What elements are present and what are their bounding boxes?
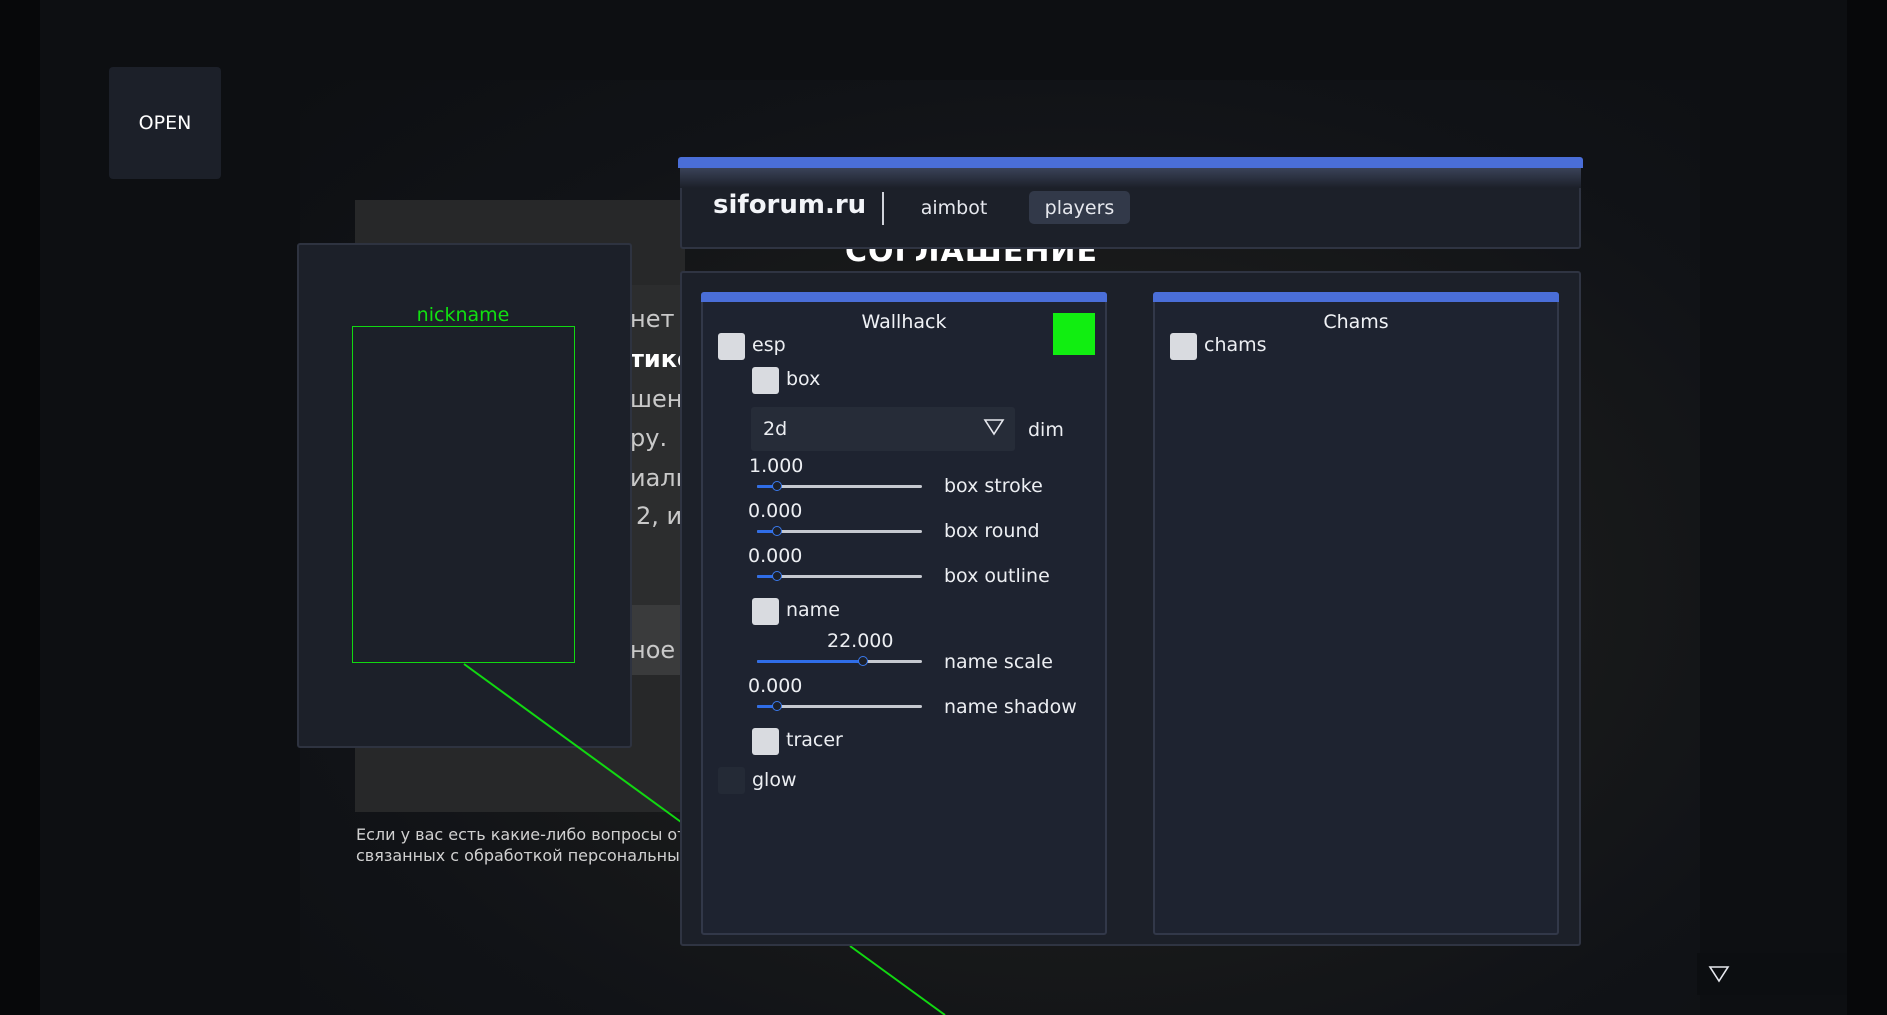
name-shadow-slider[interactable] xyxy=(757,698,922,714)
glow-label: glow xyxy=(752,769,797,791)
dim-select-value: 2d xyxy=(763,418,788,440)
box-stroke-value: 1.000 xyxy=(749,455,804,477)
esp-label: esp xyxy=(752,334,786,356)
box-checkbox[interactable] xyxy=(752,367,779,394)
name-shadow-label: name shadow xyxy=(944,696,1077,718)
slider-fill xyxy=(757,660,863,663)
screen-tracer-line xyxy=(849,945,946,1015)
name-checkbox[interactable] xyxy=(752,598,779,625)
chams-panel xyxy=(1153,292,1559,935)
tracer-checkbox[interactable] xyxy=(752,728,779,755)
menu-header-gradient xyxy=(680,168,1581,188)
box-outline-value: 0.000 xyxy=(748,545,803,567)
box-round-slider[interactable] xyxy=(757,523,922,539)
chevron-down-icon xyxy=(983,419,1005,436)
box-stroke-slider[interactable] xyxy=(757,478,922,494)
menu-accent-bar[interactable] xyxy=(678,157,1583,168)
name-shadow-value: 0.000 xyxy=(748,675,803,697)
name-label: name xyxy=(786,599,840,621)
chams-accent xyxy=(1153,292,1559,302)
tracer-label: tracer xyxy=(786,729,843,751)
brand-title: siforum.ru xyxy=(713,190,867,220)
tab-aimbot[interactable]: aimbot xyxy=(906,191,1002,224)
box-label: box xyxy=(786,368,821,390)
chevron-down-icon xyxy=(1708,966,1730,983)
wallhack-accent xyxy=(701,292,1107,302)
box-outline-label: box outline xyxy=(944,565,1050,587)
chams-title: Chams xyxy=(1323,311,1389,333)
name-scale-value: 22.000 xyxy=(827,630,894,652)
tab-players[interactable]: players xyxy=(1029,191,1130,224)
name-scale-slider[interactable] xyxy=(757,653,922,669)
box-outline-slider[interactable] xyxy=(757,568,922,584)
box-round-label: box round xyxy=(944,520,1040,542)
slider-knob[interactable] xyxy=(771,701,782,711)
slider-knob[interactable] xyxy=(857,656,868,666)
name-scale-label: name scale xyxy=(944,651,1053,673)
corner-dropdown[interactable] xyxy=(1697,953,1847,995)
box-round-value: 0.000 xyxy=(748,500,803,522)
dim-select[interactable]: 2d xyxy=(751,407,1015,451)
preview-tracer-line xyxy=(463,663,682,823)
brand-separator xyxy=(882,192,884,225)
chams-checkbox[interactable] xyxy=(1170,333,1197,360)
dim-label: dim xyxy=(1028,419,1064,441)
wallhack-title: Wallhack xyxy=(861,311,947,333)
esp-checkbox[interactable] xyxy=(718,333,745,360)
chams-label: chams xyxy=(1204,334,1267,356)
esp-color-picker[interactable] xyxy=(1053,313,1095,355)
slider-knob[interactable] xyxy=(771,571,782,581)
slider-knob[interactable] xyxy=(771,526,782,536)
glow-checkbox[interactable] xyxy=(718,767,745,794)
box-stroke-label: box stroke xyxy=(944,475,1043,497)
slider-knob[interactable] xyxy=(771,481,782,491)
